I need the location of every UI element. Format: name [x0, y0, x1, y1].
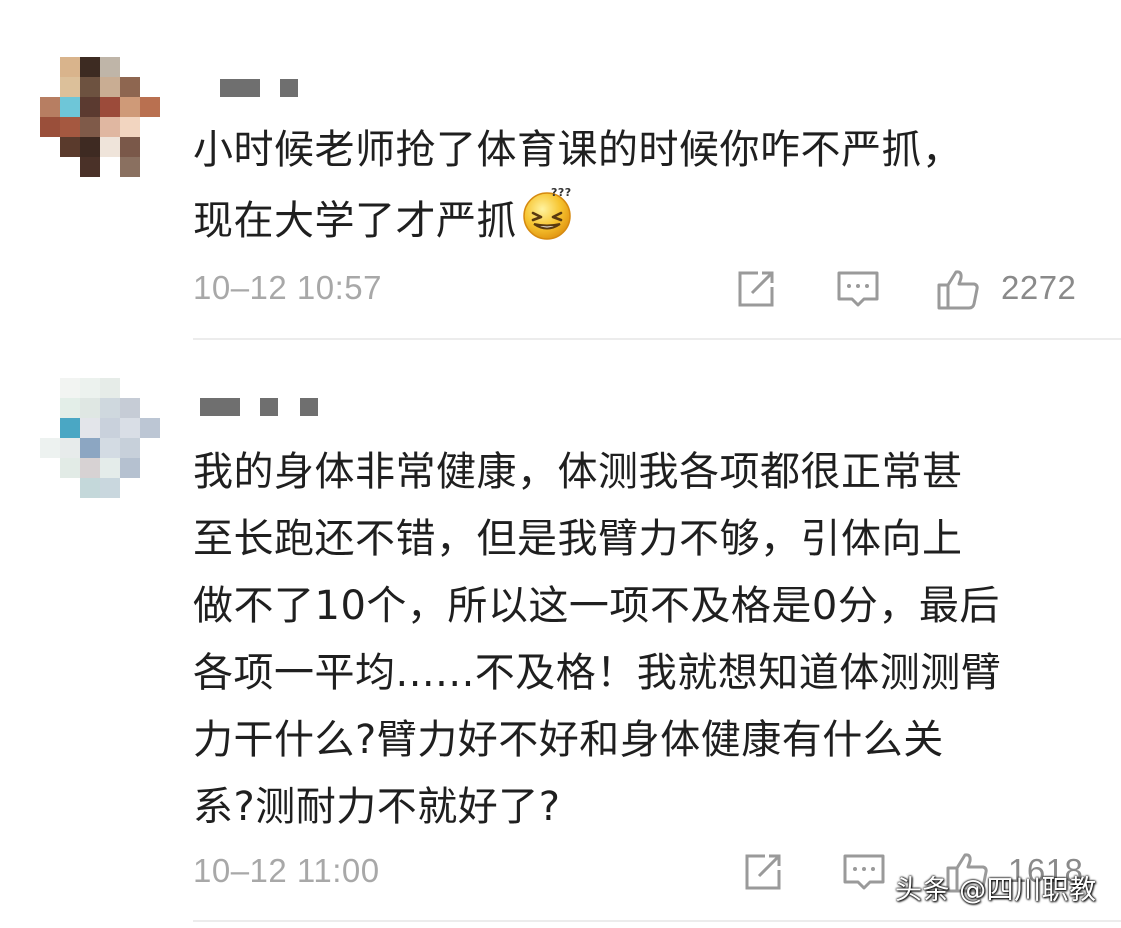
avatar-pixel	[40, 438, 60, 458]
avatar-pixel	[120, 378, 140, 398]
divider	[193, 920, 1121, 922]
avatar-pixel	[80, 478, 100, 498]
avatar-pixel	[40, 398, 60, 418]
comment-text: 小时候老师抢了体育课的时候你咋不严抓， 现在大学了才严抓 ???	[193, 117, 1083, 255]
avatar-pixel	[60, 418, 80, 438]
avatar-pixel	[140, 157, 160, 177]
avatar-pixel	[60, 378, 80, 398]
avatar-pixel	[80, 57, 100, 77]
avatar-pixel	[100, 97, 120, 117]
avatar-pixel	[80, 378, 100, 398]
avatar-pixel	[140, 378, 160, 398]
comment-item: 我的身体非常健康，体测我各项都很正常甚 至长跑还不错，但是我臂力不够，引体向上 …	[0, 342, 1121, 928]
avatar-pixel	[80, 458, 100, 478]
squinting-face-emoji-icon: ???	[521, 184, 573, 240]
avatar-pixel	[140, 77, 160, 97]
avatar-pixel	[100, 157, 120, 177]
avatar[interactable]	[40, 378, 160, 498]
avatar-pixel	[100, 458, 120, 478]
like-count: 2272	[1001, 269, 1077, 306]
comment-text: 我的身体非常健康，体测我各项都很正常甚 至长跑还不错，但是我臂力不够，引体向上 …	[193, 449, 1002, 830]
avatar-pixel	[60, 97, 80, 117]
avatar-pixel	[140, 478, 160, 498]
avatar-pixel	[80, 137, 100, 157]
avatar-pixel	[80, 418, 100, 438]
avatar-pixel	[140, 418, 160, 438]
avatar-pixel	[60, 478, 80, 498]
avatar-pixel	[100, 438, 120, 458]
avatar-pixel	[80, 438, 100, 458]
avatar-pixel	[80, 117, 100, 137]
comment-item: 小时候老师抢了体育课的时候你咋不严抓， 现在大学了才严抓 ??? 10–12 1…	[0, 0, 1121, 342]
avatar-pixel	[60, 438, 80, 458]
divider	[193, 338, 1121, 340]
svg-text:???: ???	[551, 186, 572, 199]
avatar-pixel	[120, 438, 140, 458]
avatar-pixel	[100, 378, 120, 398]
avatar-pixel	[120, 117, 140, 137]
avatar-pixel	[40, 478, 60, 498]
avatar-pixel	[100, 418, 120, 438]
avatar-pixel	[120, 77, 140, 97]
avatar-pixel	[140, 57, 160, 77]
avatar-pixel	[120, 458, 140, 478]
watermark: 头条 @四川职教	[895, 875, 1097, 906]
avatar-pixel	[40, 137, 60, 157]
avatar-pixel	[140, 438, 160, 458]
avatar-pixel	[140, 398, 160, 418]
avatar-pixel	[120, 57, 140, 77]
share-icon[interactable]	[741, 850, 785, 894]
comment-icon[interactable]	[842, 850, 886, 894]
avatar-pixel	[100, 137, 120, 157]
share-icon[interactable]	[734, 267, 778, 311]
avatar-pixel	[80, 157, 100, 177]
comment-meta-bar: 10–12 10:57 2272	[193, 267, 1085, 311]
avatar-pixel	[40, 458, 60, 478]
avatar-pixel	[60, 117, 80, 137]
avatar-pixel	[120, 97, 140, 117]
avatar-pixel	[60, 137, 80, 157]
comment-timestamp: 10–12 10:57	[193, 269, 383, 306]
avatar-pixel	[40, 157, 60, 177]
avatar-pixel	[40, 57, 60, 77]
avatar-pixel	[100, 57, 120, 77]
avatar-pixel	[100, 478, 120, 498]
avatar-pixel	[140, 458, 160, 478]
avatar-pixel	[100, 398, 120, 418]
avatar-pixel	[60, 398, 80, 418]
avatar-pixel	[120, 157, 140, 177]
avatar-pixel	[120, 137, 140, 157]
avatar-pixel	[100, 117, 120, 137]
avatar-pixel	[80, 398, 100, 418]
avatar-pixel	[40, 378, 60, 398]
thumbs-up-icon[interactable]	[936, 267, 980, 311]
avatar-pixel	[40, 97, 60, 117]
avatar-pixel	[80, 97, 100, 117]
avatar-pixel	[120, 418, 140, 438]
avatar-pixel	[120, 398, 140, 418]
avatar[interactable]	[40, 57, 160, 177]
comment-timestamp: 10–12 11:00	[193, 852, 380, 889]
avatar-pixel	[60, 157, 80, 177]
comment-icon[interactable]	[836, 267, 880, 311]
avatar-pixel	[140, 137, 160, 157]
avatar-pixel	[40, 77, 60, 97]
avatar-pixel	[40, 418, 60, 438]
avatar-pixel	[100, 77, 120, 97]
avatar-pixel	[40, 117, 60, 137]
avatar-pixel	[140, 97, 160, 117]
avatar-pixel	[60, 77, 80, 97]
avatar-pixel	[140, 117, 160, 137]
avatar-pixel	[120, 478, 140, 498]
avatar-pixel	[80, 77, 100, 97]
avatar-pixel	[60, 57, 80, 77]
avatar-pixel	[60, 458, 80, 478]
